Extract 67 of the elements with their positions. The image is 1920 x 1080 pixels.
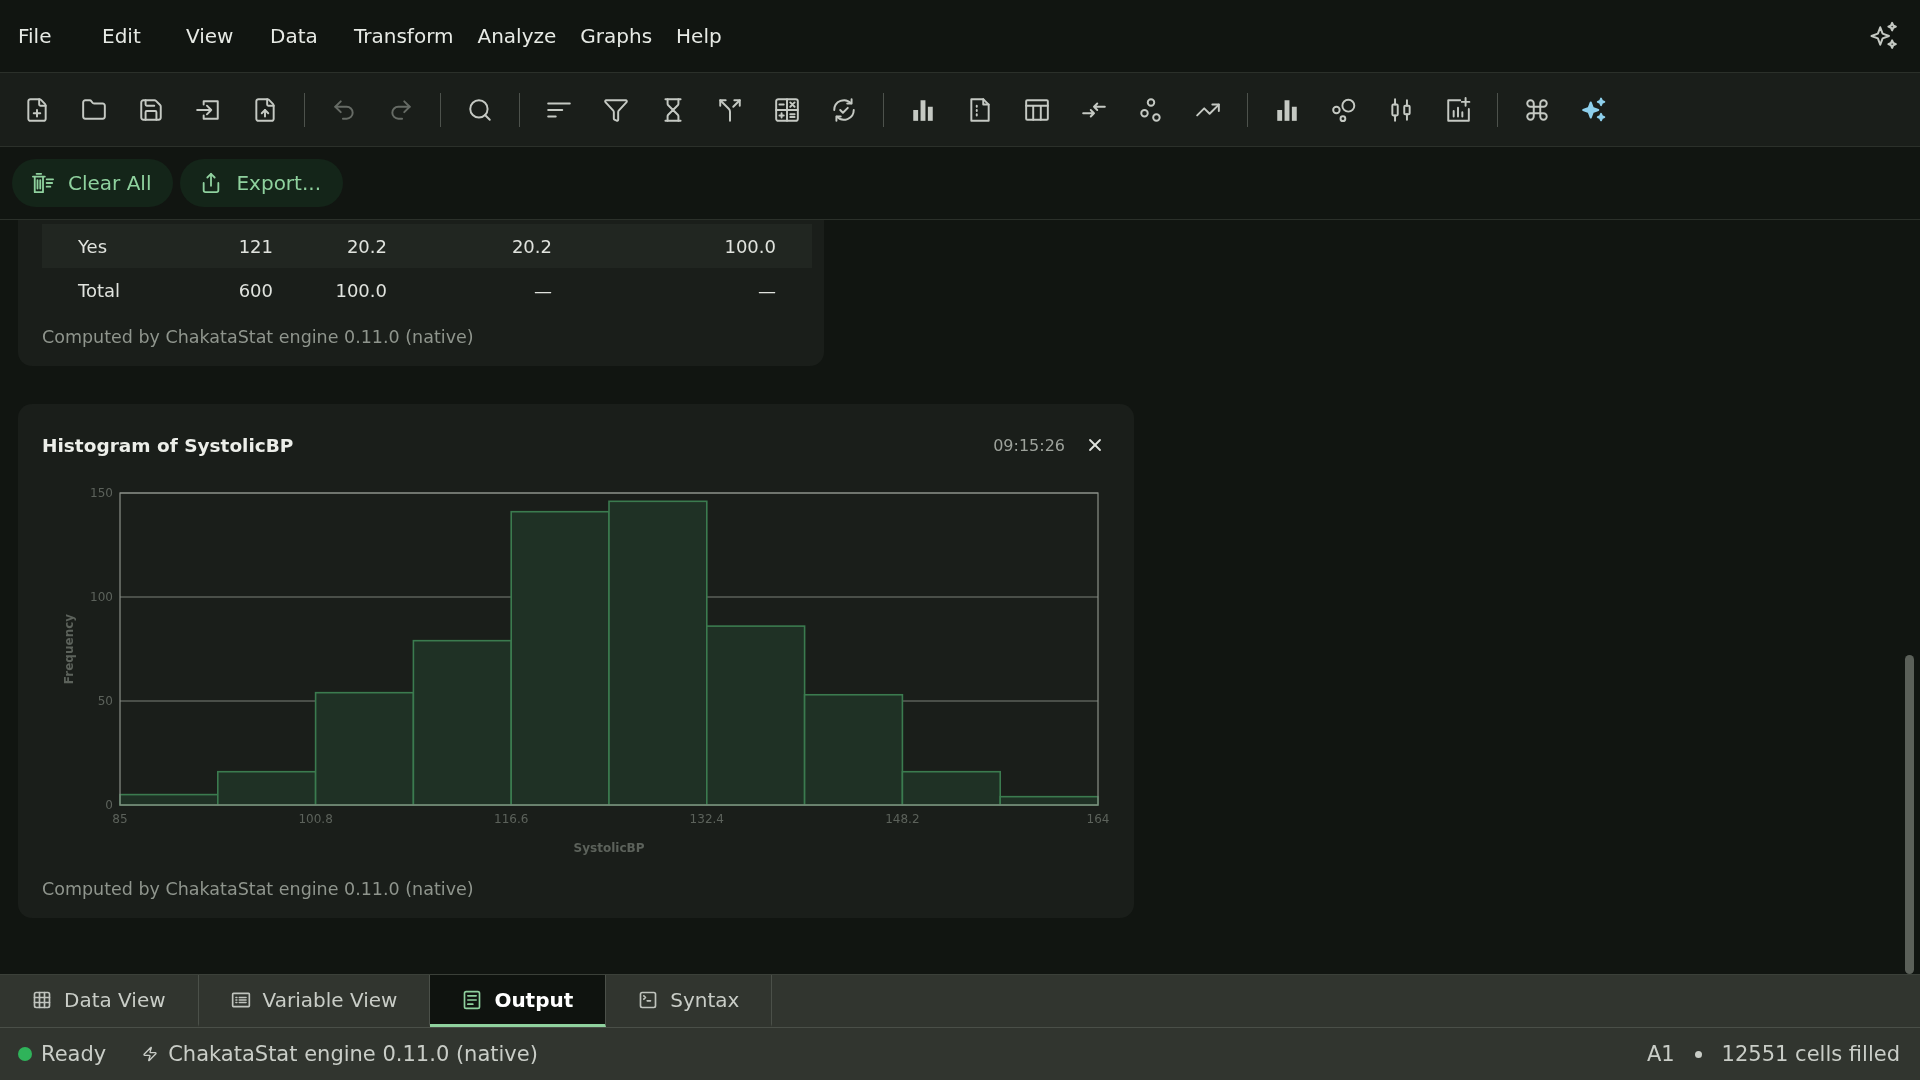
sparkles-icon[interactable] bbox=[1581, 96, 1607, 123]
axis-tick-label: 148.2 bbox=[885, 812, 920, 826]
export-button[interactable]: Export... bbox=[180, 159, 343, 207]
fork-arrows-icon[interactable] bbox=[717, 96, 743, 123]
table-cell-text: 100.0 bbox=[334, 279, 387, 301]
axis-tick-label: 164 bbox=[1086, 812, 1110, 826]
axis-tick-label: 150 bbox=[90, 486, 113, 500]
folder-icon[interactable] bbox=[81, 96, 107, 123]
table-cell-text: — bbox=[533, 279, 552, 301]
table-cell-text: 20.2 bbox=[510, 235, 552, 257]
table-icon[interactable] bbox=[1024, 96, 1050, 123]
table-cell-text: 600 bbox=[237, 279, 273, 301]
chart-plus-icon[interactable] bbox=[1445, 96, 1471, 123]
table-cell-text: 20.2 bbox=[345, 235, 387, 257]
status-text: Ready bbox=[41, 1042, 107, 1066]
bubble-icon[interactable] bbox=[1331, 96, 1357, 123]
grid-icon bbox=[32, 989, 52, 1010]
timestamp: 09:15:26 bbox=[993, 435, 1065, 455]
command-icon[interactable] bbox=[1524, 96, 1550, 123]
save-icon[interactable] bbox=[138, 96, 164, 123]
engine-status: ChakataStat engine 0.11.0 (native) bbox=[168, 1042, 538, 1066]
document-icon bbox=[462, 989, 483, 1010]
table-cell-text: — bbox=[757, 279, 776, 301]
menu-item[interactable]: File bbox=[6, 24, 90, 48]
engine-note: Computed by ChakataStat engine 0.11.0 (native) bbox=[42, 878, 475, 900]
table-cell-text: 100.0 bbox=[723, 235, 776, 257]
menu-item[interactable]: Graphs bbox=[568, 24, 665, 48]
card-title: Histogram of SystolicBP bbox=[42, 434, 294, 456]
filter-icon[interactable] bbox=[603, 96, 629, 123]
candlestick-icon[interactable] bbox=[1388, 96, 1414, 123]
tab[interactable]: Output bbox=[430, 975, 607, 1027]
sparkles-icon[interactable] bbox=[1869, 21, 1899, 51]
scrollbar[interactable] bbox=[1905, 655, 1914, 974]
menu-item[interactable]: Help bbox=[664, 24, 749, 48]
axis-tick-label: 50 bbox=[97, 694, 113, 708]
calculator-icon[interactable] bbox=[774, 96, 800, 123]
file-plus-icon[interactable] bbox=[24, 96, 50, 123]
axis-tick-label: 132.4 bbox=[689, 812, 724, 826]
bolt-icon bbox=[142, 1046, 159, 1062]
search-icon[interactable] bbox=[467, 96, 493, 123]
table-cell-text: Total bbox=[78, 279, 122, 301]
menu-item[interactable]: Edit bbox=[90, 24, 174, 48]
cells-count: 12551 cells filled bbox=[1721, 1042, 1900, 1066]
cell-reference: A1 bbox=[1646, 1042, 1675, 1066]
clear-all-button[interactable]: Clear All bbox=[12, 159, 174, 207]
engine-note: Computed by ChakataStat engine 0.11.0 (native) bbox=[42, 326, 475, 348]
scatter-icon[interactable] bbox=[1138, 96, 1164, 123]
menu-item[interactable]: Data bbox=[258, 24, 342, 48]
separator-dot-icon bbox=[1694, 1050, 1702, 1058]
menu-item[interactable]: Analyze bbox=[465, 24, 569, 48]
refresh-check-icon[interactable] bbox=[831, 96, 857, 123]
trash-list-icon bbox=[32, 172, 54, 194]
axis-tick-label: 100 bbox=[90, 590, 113, 604]
menu-item[interactable]: View bbox=[174, 24, 258, 48]
status-dot-icon bbox=[18, 1047, 32, 1061]
dotted-file-icon[interactable] bbox=[967, 96, 993, 123]
file-upload-icon[interactable] bbox=[252, 96, 278, 123]
axis-tick-label: 100.8 bbox=[298, 812, 333, 826]
axis-title: SystolicBP bbox=[573, 841, 645, 855]
table-cell-text: Yes bbox=[78, 235, 109, 257]
axis-tick-label: 85 bbox=[112, 812, 128, 826]
axis-title: Frequency bbox=[62, 613, 76, 685]
menu-item[interactable]: Transform bbox=[342, 24, 466, 48]
axis-tick-label: 116.6 bbox=[494, 812, 529, 826]
axis-tick-label: 0 bbox=[105, 798, 113, 812]
terminal-icon bbox=[638, 989, 659, 1010]
table-cell-text: 121 bbox=[237, 235, 273, 257]
